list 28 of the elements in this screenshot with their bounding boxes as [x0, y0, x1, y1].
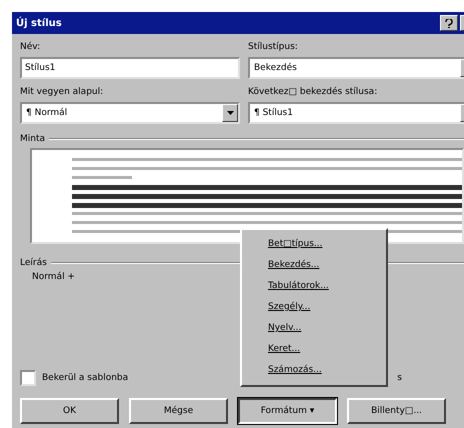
dropdown-field[interactable]: Bekezdés	[248, 57, 464, 79]
menu-item[interactable]: Számozás...	[242, 360, 386, 381]
dropdown-field[interactable]: ¶ Normál	[20, 102, 240, 124]
menu-item[interactable]: Bekezdés...	[242, 255, 386, 276]
group-label: Leírás	[20, 258, 47, 268]
checkbox-label: Bekerül a sablonba	[42, 373, 128, 383]
field-label: Mit vegyen alapul:	[20, 87, 104, 97]
field-label: Stílustípus:	[248, 42, 299, 52]
dropdown-arrow-icon	[226, 111, 234, 115]
dialog-button[interactable]: OK	[20, 398, 119, 424]
dialog-button[interactable]: Formátum ▾	[238, 398, 337, 424]
menu-item[interactable]: Nyelv...	[242, 318, 386, 339]
menu-item[interactable]: Keret...	[242, 339, 386, 360]
window-title: Új stílus	[16, 18, 62, 28]
text-field[interactable]: Stílus1	[20, 57, 240, 79]
dropdown-field[interactable]: ¶ Stílus1	[248, 102, 464, 124]
checkbox[interactable]	[20, 370, 36, 386]
menu-item[interactable]: Tabulátorok...	[242, 276, 386, 297]
dialog-button[interactable]: Mégse	[129, 398, 228, 424]
menu-item[interactable]: Szegély...	[242, 297, 386, 318]
option-label: s	[397, 373, 402, 383]
description-text: Normál +	[32, 272, 75, 282]
field-label: Név:	[20, 42, 42, 52]
dialog-button[interactable]: Billenty□...	[347, 398, 446, 424]
menu-item[interactable]: Bet□típus...	[242, 234, 386, 255]
field-label: Következ□ bekezdés stílusa:	[248, 87, 378, 97]
group-label: Minta	[20, 134, 46, 144]
help-icon[interactable]	[440, 15, 458, 31]
